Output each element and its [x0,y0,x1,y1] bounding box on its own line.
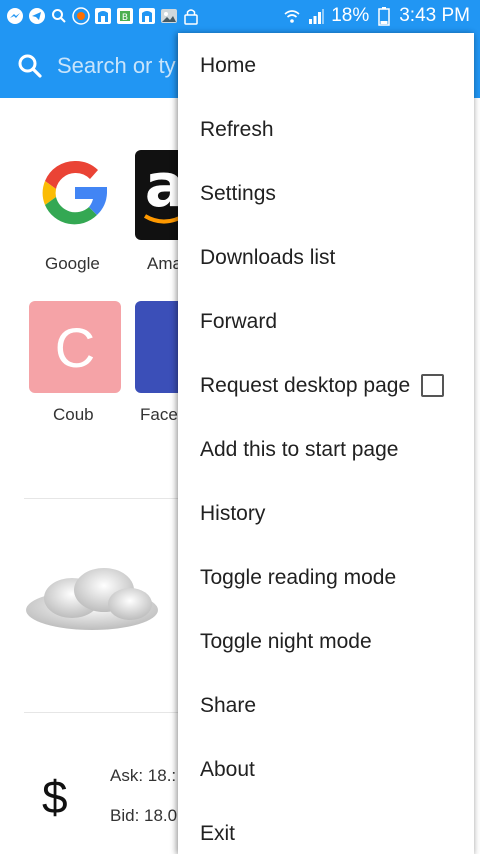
menu-item-exit[interactable]: Exit [178,802,474,854]
lock-icon [182,7,200,25]
menu-item-home[interactable]: Home [178,34,474,98]
messenger-icon [6,7,24,25]
menu-item-label: Forward [200,310,278,333]
app-icon-2 [138,7,156,25]
google-tile[interactable] [32,152,118,238]
menu-item-label: Home [200,54,257,77]
battery-icon [375,7,393,26]
shield-icon [72,7,90,25]
currency-symbol: $ [42,771,68,823]
status-bar: B 18% 3:43 PM [0,0,480,33]
signal-icon [307,7,325,25]
menu-item-about[interactable]: About [178,738,474,802]
menu-item-label: About [200,758,255,781]
request-desktop-checkbox[interactable] [421,374,444,397]
gallery-icon: B [116,7,134,25]
tile-label-google[interactable]: Google [45,254,100,274]
menu-item-toggle-reading-mode[interactable]: Toggle reading mode [178,546,474,610]
tile-label-coub[interactable]: Coub [53,405,94,425]
menu-item-label: History [200,502,266,525]
telegram-icon [28,7,46,25]
menu-item-toggle-night-mode[interactable]: Toggle night mode [178,610,474,674]
overflow-menu: Home Refresh Settings Downloads list For… [178,33,474,854]
menu-item-settings[interactable]: Settings [178,162,474,226]
menu-item-downloads-list[interactable]: Downloads list [178,226,474,290]
photo-icon [160,7,178,25]
menu-item-label: Toggle night mode [200,630,372,653]
notification-icons: B [6,5,200,27]
menu-item-request-desktop-page[interactable]: Request desktop page [178,354,474,418]
screen: B 18% 3:43 PM Search or ty Google a Ama … [0,0,480,854]
tile-label-amazon[interactable]: Ama [147,254,182,274]
bid-price: Bid: 18.0 [110,806,178,825]
menu-item-share[interactable]: Share [178,674,474,738]
app-icon-1 [94,7,112,25]
menu-item-forward[interactable]: Forward [178,290,474,354]
battery-percent: 18% [331,5,370,26]
divider [24,498,184,499]
menu-item-history[interactable]: History [178,482,474,546]
wifi-icon [283,7,301,25]
menu-item-label: Add this to start page [200,438,399,461]
menu-item-label: Settings [200,182,276,205]
ask-price: Ask: 18.: [110,766,177,785]
menu-item-label: Exit [200,822,236,845]
menu-item-label: Share [200,694,257,717]
search-icon [50,7,68,25]
coub-tile[interactable]: C [29,301,121,393]
cloud-icon [22,560,162,640]
status-right: 18% 3:43 PM [283,5,470,27]
coub-icon: C [54,315,96,379]
menu-item-label: Request desktop page [200,374,411,397]
google-icon [35,153,115,238]
tile-label-facebook[interactable]: Face [140,405,178,425]
search-input-placeholder[interactable]: Search or ty [57,53,176,79]
menu-item-label: Toggle reading mode [200,566,397,589]
menu-item-label: Refresh [200,118,274,141]
clock: 3:43 PM [399,5,470,26]
menu-item-refresh[interactable]: Refresh [178,98,474,162]
svg-text:B: B [122,13,128,23]
menu-item-add-to-start-page[interactable]: Add this to start page [178,418,474,482]
search-icon[interactable] [17,53,43,79]
divider [24,712,184,713]
menu-item-label: Downloads list [200,246,336,269]
